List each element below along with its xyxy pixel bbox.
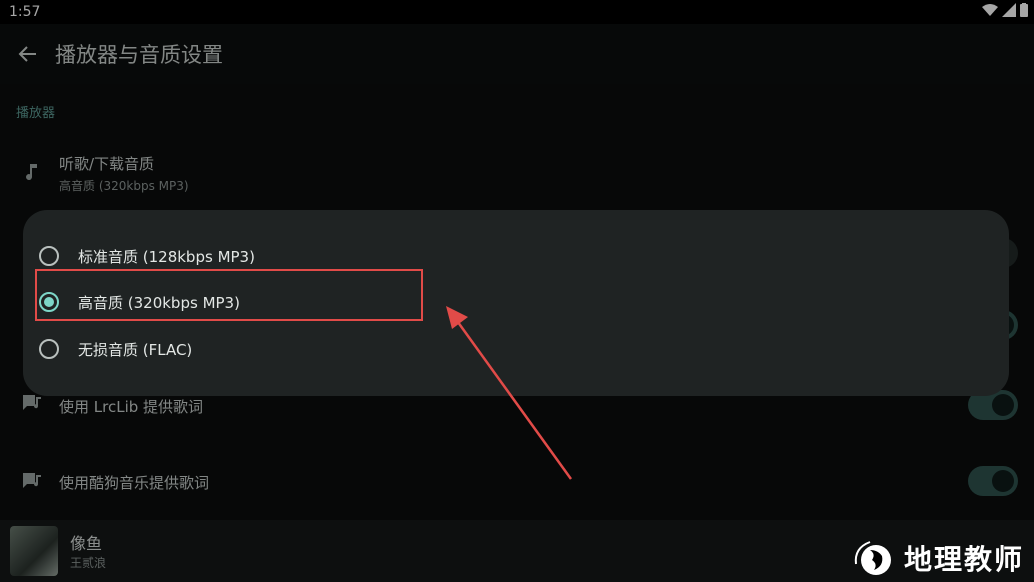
option-label: 无损音质 (FLAC) [78,341,193,359]
radio-button[interactable] [39,246,59,266]
watermark: 地理教师 [850,538,1024,578]
globe-logo-icon [854,541,891,575]
option-lossless-quality[interactable]: 无损音质 (FLAC) [23,327,1009,371]
option-label: 标准音质 (128kbps MP3) [78,248,255,266]
radio-button[interactable] [39,339,59,359]
watermark-text: 地理教师 [903,543,1024,576]
annotation-highlight-box [35,269,423,321]
